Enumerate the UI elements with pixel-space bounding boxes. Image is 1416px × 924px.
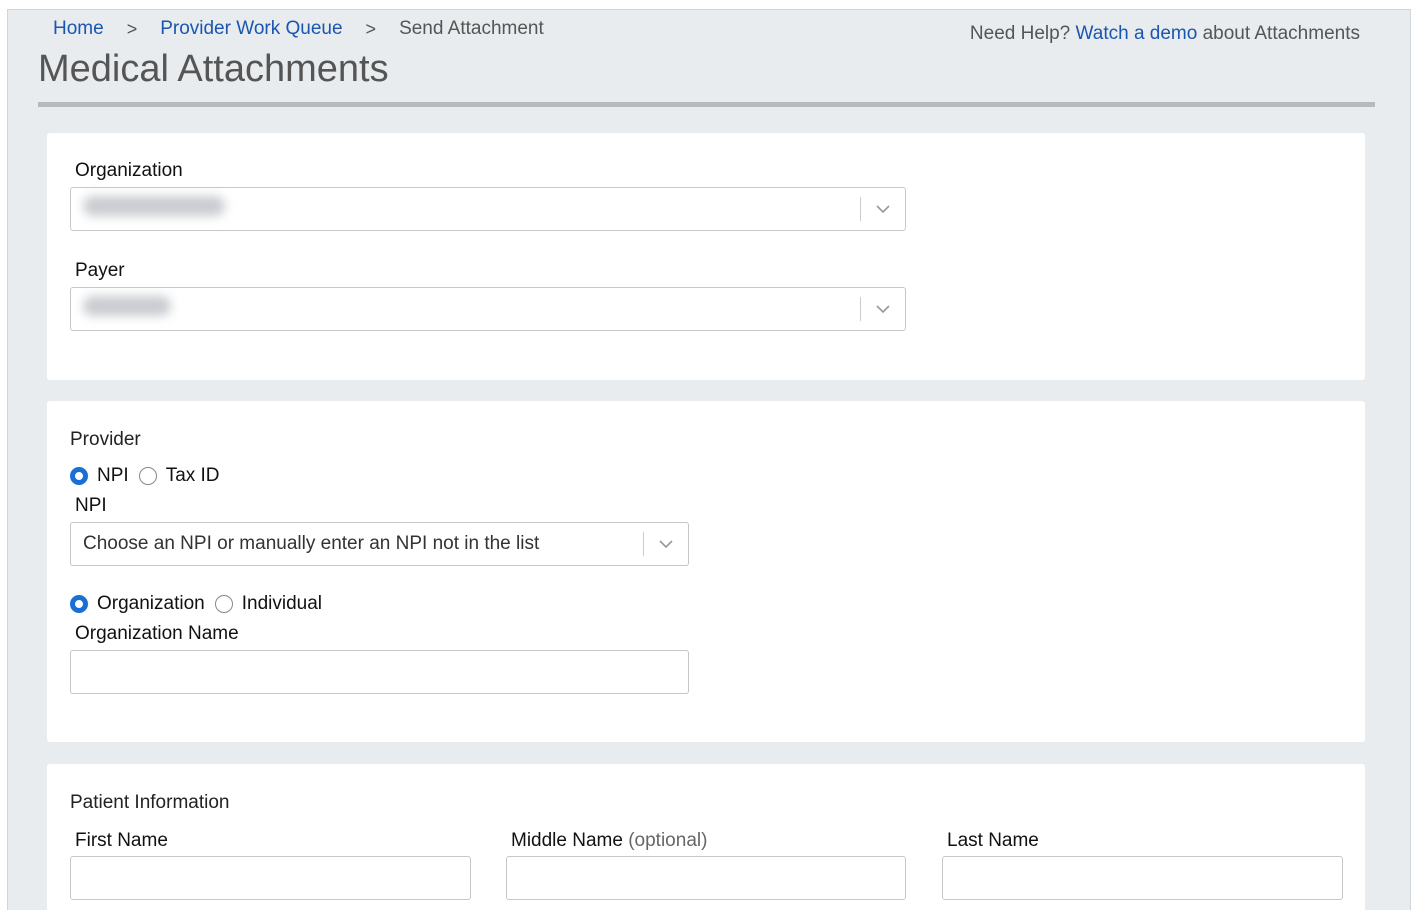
breadcrumb: Home > Provider Work Queue > Send Attach… — [53, 18, 544, 40]
provider-card: Provider NPI Tax ID NPI Choose an NPI or… — [47, 401, 1365, 742]
chevron-down-icon[interactable] — [861, 204, 905, 214]
provider-section-title: Provider — [70, 429, 141, 450]
last-name-input[interactable] — [942, 856, 1343, 900]
breadcrumb-home-link[interactable]: Home — [53, 18, 104, 40]
breadcrumb-current: Send Attachment — [399, 18, 544, 39]
organization-name-input[interactable] — [70, 650, 689, 694]
first-name-label: First Name — [75, 830, 168, 851]
npi-label: NPI — [75, 495, 107, 516]
help-text: Need Help? Watch a demo about Attachment… — [970, 23, 1360, 45]
provider-entity-group: Organization Individual — [70, 593, 332, 615]
first-name-input[interactable] — [70, 856, 471, 900]
org-payer-card: Organization Payer — [47, 133, 1365, 380]
payer-label: Payer — [75, 260, 125, 281]
npi-placeholder: Choose an NPI or manually enter an NPI n… — [83, 533, 540, 554]
page-title: Medical Attachments — [38, 48, 389, 90]
breadcrumb-separator: > — [365, 18, 377, 39]
help-suffix: about Attachments — [1202, 23, 1360, 44]
individual-radio[interactable] — [214, 595, 233, 613]
help-prefix: Need Help? — [969, 23, 1071, 44]
breadcrumb-separator: > — [126, 18, 138, 39]
optional-hint: (optional) — [628, 830, 708, 851]
breadcrumb-work-queue-link[interactable]: Provider Work Queue — [160, 18, 342, 40]
middle-name-label: Middle Name (optional) — [511, 830, 707, 852]
middle-name-input[interactable] — [506, 856, 906, 900]
npi-radio[interactable] — [70, 467, 88, 485]
page-frame: Home > Provider Work Queue > Send Attach… — [7, 9, 1411, 924]
chevron-down-icon[interactable] — [861, 304, 905, 314]
patient-section-title: Patient Information — [70, 792, 230, 813]
organization-value — [71, 196, 860, 222]
provider-id-type-group: NPI Tax ID — [70, 465, 230, 487]
payer-value — [71, 296, 860, 322]
patient-card: Patient Information First Name Middle Na… — [47, 764, 1365, 924]
organization-name-label: Organization Name — [75, 623, 239, 644]
organization-radio[interactable] — [70, 595, 88, 613]
organization-label: Organization — [75, 160, 183, 181]
organization-radio-label[interactable]: Organization — [97, 593, 205, 615]
last-name-label: Last Name — [947, 830, 1039, 851]
tax-id-radio[interactable] — [138, 467, 157, 485]
payer-select[interactable] — [70, 287, 906, 331]
organization-select[interactable] — [70, 187, 906, 231]
watch-demo-link[interactable]: Watch a demo — [1076, 23, 1198, 44]
title-divider — [38, 102, 1375, 107]
chevron-down-icon[interactable] — [644, 539, 688, 549]
tax-id-radio-label[interactable]: Tax ID — [166, 465, 220, 487]
individual-radio-label[interactable]: Individual — [242, 593, 322, 615]
npi-radio-label[interactable]: NPI — [97, 465, 129, 487]
npi-select[interactable]: Choose an NPI or manually enter an NPI n… — [70, 522, 689, 566]
middle-name-label-text: Middle Name — [511, 830, 623, 851]
